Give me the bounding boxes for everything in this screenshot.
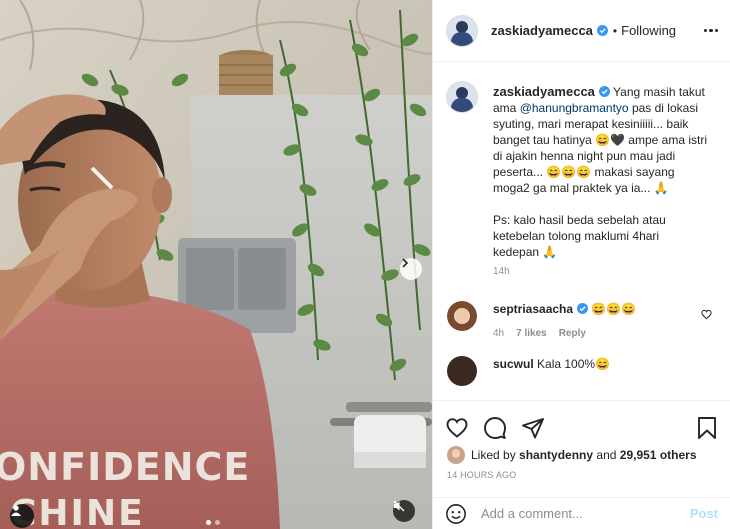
- comment-username[interactable]: septriasaacha: [493, 302, 573, 316]
- user-tag-icon: [11, 505, 21, 516]
- post-header: zaskiadyamecca • Following: [433, 0, 730, 62]
- likes-summary: Liked by shantydenny and 29,951 others: [433, 445, 730, 465]
- following-button[interactable]: Following: [621, 23, 676, 38]
- comment-text: 😄😄😄: [591, 302, 637, 316]
- heart-icon: [446, 417, 468, 438]
- save-icon: [698, 416, 716, 439]
- carousel-indicator: [206, 520, 220, 525]
- comment-text: Kala 100%😄: [537, 357, 611, 371]
- likes-count[interactable]: 29,951 others: [620, 448, 697, 462]
- shirt-text-line-1: ONFIDENCE: [0, 445, 250, 489]
- caption-text: zaskiadyamecca Yang masih takut ama @han…: [493, 84, 708, 260]
- share-button[interactable]: [521, 416, 545, 440]
- verified-badge-icon: [596, 25, 608, 36]
- separator-dot: •: [612, 23, 618, 38]
- comments-list[interactable]: zaskiadyamecca Yang masih takut ama @han…: [433, 62, 730, 399]
- verified-badge-icon: [598, 86, 610, 97]
- comment-avatar[interactable]: [447, 356, 477, 386]
- post-media[interactable]: ONFIDENCE CHINE: [0, 0, 432, 529]
- likes-connector: and: [596, 448, 617, 462]
- comment-time[interactable]: 4h: [493, 328, 504, 339]
- author-username[interactable]: zaskiadyamecca: [491, 23, 593, 38]
- user-tags-button[interactable]: [10, 504, 34, 528]
- comment-like-heart-icon[interactable]: [701, 309, 712, 320]
- mute-button[interactable]: [393, 500, 415, 522]
- comment-button[interactable]: [483, 416, 507, 440]
- author-avatar[interactable]: [447, 15, 477, 46]
- caption-body-end: pas di lokasi syuting, mari merapat kesi…: [493, 101, 707, 259]
- caption-username[interactable]: zaskiadyamecca: [493, 84, 595, 99]
- comment-item: sucwul Kala 100%😄: [447, 356, 716, 386]
- comment-icon: [484, 416, 506, 439]
- comment-username[interactable]: sucwul: [493, 357, 534, 371]
- like-button[interactable]: [445, 416, 469, 440]
- comment-input[interactable]: [481, 506, 690, 521]
- caption-mention-link[interactable]: @hanungbramantyo: [520, 101, 629, 115]
- post-comment-button[interactable]: Post: [690, 506, 718, 521]
- mute-icon: [393, 500, 405, 512]
- likes-prefix: Liked by: [471, 448, 516, 462]
- post-sidebar: zaskiadyamecca • Following zaskiadyamecc…: [432, 0, 730, 529]
- add-comment-bar: Post: [433, 497, 730, 529]
- next-arrow-icon: [402, 258, 409, 268]
- share-icon: [522, 417, 544, 438]
- liker-avatar[interactable]: [447, 446, 465, 464]
- save-button[interactable]: [696, 416, 718, 440]
- carousel-dot: [206, 520, 211, 525]
- more-options-icon[interactable]: [703, 28, 718, 33]
- emoji-button[interactable]: [445, 503, 467, 525]
- caption: zaskiadyamecca Yang masih takut ama @han…: [447, 82, 716, 260]
- post-timestamp[interactable]: 14 HOURS AGO: [433, 465, 730, 480]
- emoji-icon: [446, 503, 466, 524]
- liker-username[interactable]: shantydenny: [519, 448, 593, 462]
- comment-likes[interactable]: 7 likes: [516, 328, 547, 339]
- next-media-button[interactable]: [400, 258, 422, 280]
- comment-reply-button[interactable]: Reply: [559, 328, 586, 339]
- post-photo: ONFIDENCE CHINE: [0, 0, 432, 529]
- comment-item: septriasaacha 😄😄😄 4h 7 likes Reply: [447, 301, 716, 339]
- post-actions: Liked by shantydenny and 29,951 others 1…: [433, 400, 730, 528]
- verified-badge-icon: [577, 303, 589, 314]
- carousel-dot: [215, 520, 220, 525]
- caption-time[interactable]: 14h: [493, 266, 716, 277]
- comment-avatar[interactable]: [447, 301, 477, 331]
- caption-avatar[interactable]: [447, 82, 477, 112]
